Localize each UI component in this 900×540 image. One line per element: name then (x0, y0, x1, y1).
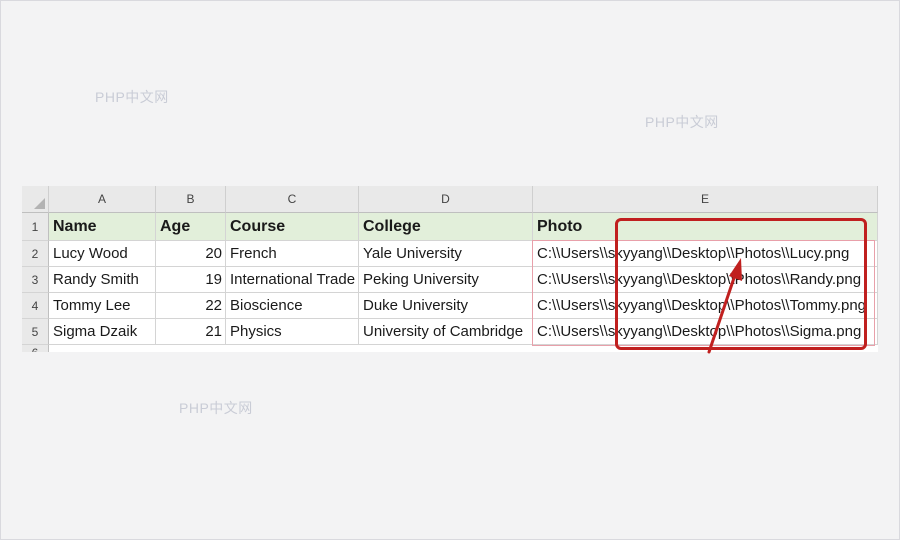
table-row: 3 Randy Smith 19 International Trade Pek… (22, 267, 878, 293)
cell-photo-path[interactable]: C:\\Users\\skyyang\\Desktop\\Photos\\Ran… (533, 267, 878, 293)
column-header-row: A B C D E (22, 186, 878, 213)
cell-course[interactable]: Bioscience (226, 293, 359, 319)
cell-name[interactable]: Tommy Lee (49, 293, 156, 319)
row-header[interactable]: 4 (22, 293, 49, 319)
cell-photo-path[interactable]: C:\\Users\\skyyang\\Desktop\\Photos\\Tom… (533, 293, 878, 319)
spreadsheet-grid: A B C D E 1 Name Age Course College Phot… (22, 186, 878, 352)
cell-name[interactable]: Sigma Dzaik (49, 319, 156, 345)
column-header-a[interactable]: A (49, 186, 156, 213)
cell-photo-path[interactable]: C:\\Users\\skyyang\\Desktop\\Photos\\Luc… (533, 241, 878, 267)
column-header-d[interactable]: D (359, 186, 533, 213)
header-cell-course[interactable]: Course (226, 213, 359, 241)
row-header[interactable]: 1 (22, 213, 49, 241)
cell-college[interactable]: Duke University (359, 293, 533, 319)
table-row: 6 (22, 345, 878, 352)
cell-name[interactable]: Randy Smith (49, 267, 156, 293)
row-header[interactable]: 3 (22, 267, 49, 293)
row-header[interactable]: 2 (22, 241, 49, 267)
cell-college[interactable]: University of Cambridge (359, 319, 533, 345)
cell-age[interactable]: 19 (156, 267, 226, 293)
cell-name[interactable]: Lucy Wood (49, 241, 156, 267)
watermark: PHP中文网 (95, 89, 169, 105)
row-header[interactable]: 5 (22, 319, 49, 345)
header-cell-photo[interactable]: Photo (533, 213, 878, 241)
header-cell-college[interactable]: College (359, 213, 533, 241)
watermark: PHP中文网 (645, 114, 719, 130)
cell-photo-path[interactable]: C:\\Users\\skyyang\\Desktop\\Photos\\Sig… (533, 319, 878, 345)
header-cell-age[interactable]: Age (156, 213, 226, 241)
select-all-button[interactable] (22, 186, 49, 213)
column-header-e[interactable]: E (533, 186, 878, 213)
header-cell-name[interactable]: Name (49, 213, 156, 241)
cell-course[interactable]: International Trade (226, 267, 359, 293)
cell-age[interactable]: 20 (156, 241, 226, 267)
table-row: 5 Sigma Dzaik 21 Physics University of C… (22, 319, 878, 345)
cell-college[interactable]: Yale University (359, 241, 533, 267)
cell-course[interactable]: Physics (226, 319, 359, 345)
cell-course[interactable]: French (226, 241, 359, 267)
cell-college[interactable]: Peking University (359, 267, 533, 293)
table-row: 1 Name Age Course College Photo (22, 213, 878, 241)
watermark: PHP中文网 (179, 400, 253, 416)
column-header-b[interactable]: B (156, 186, 226, 213)
cell-age[interactable]: 21 (156, 319, 226, 345)
table-row: 2 Lucy Wood 20 French Yale University C:… (22, 241, 878, 267)
column-header-c[interactable]: C (226, 186, 359, 213)
table-row: 4 Tommy Lee 22 Bioscience Duke Universit… (22, 293, 878, 319)
select-all-triangle-icon (34, 198, 45, 209)
row-header[interactable]: 6 (22, 345, 49, 352)
cell-age[interactable]: 22 (156, 293, 226, 319)
